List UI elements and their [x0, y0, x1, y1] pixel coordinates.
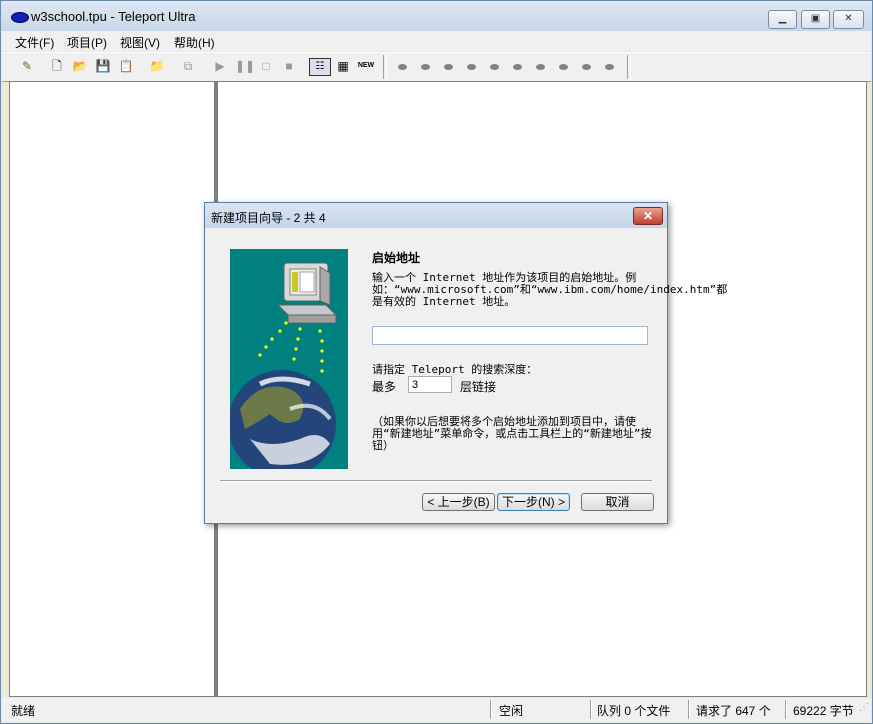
close-icon: ✕ [642, 209, 654, 223]
app-icon [11, 12, 29, 23]
maximize-button[interactable]: ▣ [801, 10, 830, 29]
new-address-icon[interactable]: NEW [356, 58, 376, 74]
open-folder-icon[interactable]: 📂 [72, 58, 88, 74]
globe-icon[interactable] [559, 64, 568, 70]
menu-bar: 文件(F) 项目(P) 视图(V) 帮助(H) [2, 31, 871, 51]
depth-input[interactable] [408, 376, 452, 393]
dialog-close-button[interactable]: ✕ [633, 207, 663, 225]
status-idle: 空闲 [499, 704, 524, 718]
globe-icon[interactable] [490, 64, 499, 70]
note-text: （如果你以后想要将多个启始地址添加到项目中，请使用“新建地址”菜单命令，或点击工… [372, 415, 652, 452]
title-bar: w3school.tpu - Teleport Ultra ▁ ▣ ✕ [1, 1, 872, 31]
dialog-title-bar: 新建项目向导 - 2 共 4 ✕ [205, 203, 667, 228]
globe-icon[interactable] [582, 64, 591, 70]
maximize-icon: ▣ [810, 13, 821, 24]
minimize-icon: ▁ [778, 13, 787, 24]
pause-icon[interactable]: ❚❚ [235, 58, 255, 74]
toolbar: ✎ 🗋 📂 💾 📋 📁 ⧉ ▶ ❚❚ □ ■ ☷ ▦ NEW [2, 52, 871, 82]
toolbar-separator [627, 55, 631, 79]
stop-outline-icon[interactable]: □ [258, 58, 274, 74]
globe-icon[interactable] [467, 64, 476, 70]
globe-icon[interactable] [513, 64, 522, 70]
play-icon[interactable]: ▶ [212, 58, 228, 74]
status-separator [590, 700, 592, 719]
grid-view-icon[interactable]: ▦ [335, 58, 351, 74]
disabled-copy-icon[interactable]: ⧉ [180, 58, 196, 74]
save-icon[interactable]: 💾 [95, 58, 111, 74]
status-bytes: 69222 字节 [793, 704, 854, 718]
close-button[interactable]: ✕ [833, 10, 864, 29]
next-button[interactable]: 下一步(N) > [497, 493, 570, 511]
stop-icon[interactable]: ■ [281, 58, 297, 74]
start-address-input[interactable] [372, 326, 648, 345]
status-bar: 就绪 空闲 队列 0 个文件 请求了 647 个 69222 字节 ⋰ [2, 698, 871, 722]
cancel-button[interactable]: 取消 [581, 493, 654, 511]
globe-icon[interactable] [421, 64, 430, 70]
layer-label: 层链接 [460, 380, 497, 394]
menu-file[interactable]: 文件(F) [15, 34, 54, 51]
status-requested: 请求了 647 个 [696, 704, 771, 718]
globe-icon[interactable] [444, 64, 453, 70]
new-file-icon[interactable]: 🗋 [49, 58, 65, 74]
depth-prompt: 请指定 Teleport 的搜索深度： [372, 363, 538, 376]
window-title: w3school.tpu - Teleport Ultra [31, 9, 196, 24]
globe-icon[interactable] [605, 64, 614, 70]
max-label: 最多 [372, 380, 397, 394]
menu-project[interactable]: 项目(P) [67, 34, 107, 51]
status-queue: 队列 0 个文件 [597, 704, 671, 718]
tree-view-icon[interactable]: ☷ [309, 58, 331, 76]
minimize-button[interactable]: ▁ [768, 10, 797, 29]
add-folder-icon[interactable]: 📁 [149, 58, 165, 74]
dialog-body: 启始地址 输入一个 Internet 地址作为该项目的启始地址。例如：“www.… [212, 228, 727, 516]
toolbar-separator [383, 55, 387, 79]
dialog-divider [220, 480, 652, 482]
status-separator [785, 700, 787, 719]
globe-icon[interactable] [398, 64, 407, 70]
menu-help[interactable]: 帮助(H) [174, 34, 215, 51]
properties-icon[interactable]: 📋 [118, 58, 134, 74]
menu-view[interactable]: 视图(V) [120, 34, 160, 51]
status-separator [688, 700, 690, 719]
page-heading: 启始地址 [372, 251, 421, 265]
globe-icon[interactable] [536, 64, 545, 70]
project-tree-pane[interactable] [9, 81, 216, 697]
status-separator [490, 700, 492, 719]
new-project-wizard-dialog: 新建项目向导 - 2 共 4 ✕ 启始地址 输入一个 Internet 地址作为… [204, 202, 727, 524]
wizard-illustration [230, 249, 348, 469]
resize-grip-icon[interactable]: ⋰ [859, 702, 869, 713]
computer-globe-icon [230, 262, 338, 469]
back-button[interactable]: < 上一步(B) [422, 493, 495, 511]
status-ready: 就绪 [11, 704, 36, 718]
close-icon: ✕ [844, 13, 853, 24]
dialog-title: 新建项目向导 - 2 共 4 [211, 211, 326, 225]
description-text: 输入一个 Internet 地址作为该项目的启始地址。例如：“www.micro… [372, 271, 728, 308]
wizard-icon[interactable]: ✎ [19, 58, 35, 74]
